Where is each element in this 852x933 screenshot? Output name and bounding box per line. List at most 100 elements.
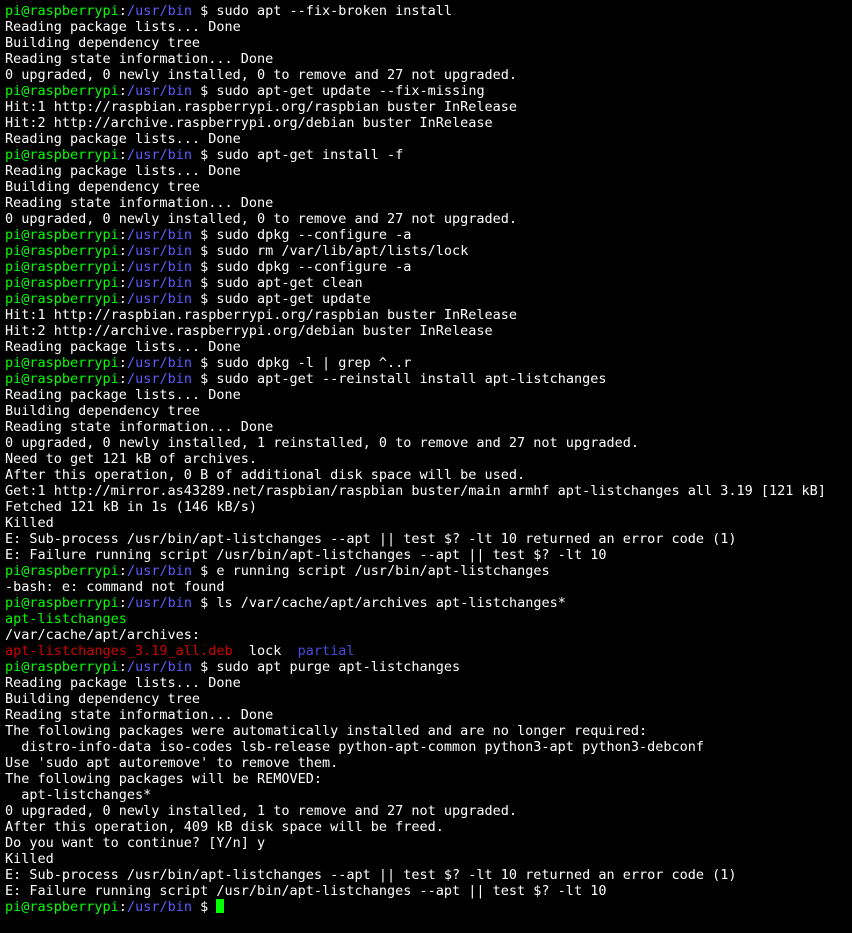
command-text: sudo apt --fix-broken install [216, 3, 452, 19]
terminal-line: Killed [5, 851, 847, 867]
output-text: Reading package lists... Done [5, 163, 241, 179]
prompt: pi@raspberrypi:/usr/bin $ [5, 899, 216, 915]
command-text: sudo apt-get update [216, 291, 370, 307]
terminal-line: pi@raspberrypi:/usr/bin $ sudo apt-get -… [5, 371, 847, 387]
terminal-line: Reading package lists... Done [5, 339, 847, 355]
output-text: After this operation, 0 B of additional … [5, 467, 525, 483]
terminal-line: 0 upgraded, 0 newly installed, 1 reinsta… [5, 435, 847, 451]
output-text: Hit:2 http://archive.raspberrypi.org/deb… [5, 115, 493, 131]
terminal-line: Reading package lists... Done [5, 163, 847, 179]
prompt: pi@raspberrypi:/usr/bin $ [5, 147, 216, 163]
terminal-line: 0 upgraded, 0 newly installed, 0 to remo… [5, 67, 847, 83]
prompt: pi@raspberrypi:/usr/bin $ [5, 259, 216, 275]
terminal-line: pi@raspberrypi:/usr/bin $ sudo apt-get i… [5, 147, 847, 163]
terminal-line: 0 upgraded, 0 newly installed, 0 to remo… [5, 211, 847, 227]
output-text: Hit:1 http://raspbian.raspberrypi.org/ra… [5, 307, 517, 323]
output-text: apt-listchanges [5, 611, 127, 627]
prompt: pi@raspberrypi:/usr/bin $ [5, 227, 216, 243]
ls-dir-partial: partial [298, 643, 355, 659]
prompt: pi@raspberrypi:/usr/bin $ [5, 355, 216, 371]
output-text: E: Failure running script /usr/bin/apt-l… [5, 883, 606, 899]
terminal-line: Reading package lists... Done [5, 131, 847, 147]
output-text: Reading state information... Done [5, 51, 273, 67]
command-text: sudo apt-get install -f [216, 147, 403, 163]
output-text: Get:1 http://mirror.as43289.net/raspbian… [5, 483, 826, 499]
terminal-line: Hit:1 http://raspbian.raspberrypi.org/ra… [5, 307, 847, 323]
output-text: Need to get 121 kB of archives. [5, 451, 257, 467]
output-text: Reading package lists... Done [5, 339, 241, 355]
terminal-line: Fetched 121 kB in 1s (146 kB/s) [5, 499, 847, 515]
output-text: Reading state information... Done [5, 707, 273, 723]
command-text: sudo apt-get --reinstall install apt-lis… [216, 371, 606, 387]
terminal-line: pi@raspberrypi:/usr/bin $ sudo apt-get u… [5, 83, 847, 99]
prompt: pi@raspberrypi:/usr/bin $ [5, 371, 216, 387]
command-text: sudo apt-get clean [216, 275, 362, 291]
output-text: 0 upgraded, 0 newly installed, 1 to remo… [5, 803, 517, 819]
terminal-line: pi@raspberrypi:/usr/bin $ sudo apt --fix… [5, 3, 847, 19]
output-text: Reading package lists... Done [5, 131, 241, 147]
output-text: The following packages will be REMOVED: [5, 771, 322, 787]
terminal-line: pi@raspberrypi:/usr/bin $ sudo rm /var/l… [5, 243, 847, 259]
terminal-line: pi@raspberrypi:/usr/bin $ sudo dpkg --co… [5, 227, 847, 243]
terminal-line: After this operation, 0 B of additional … [5, 467, 847, 483]
terminal-line: distro-info-data iso-codes lsb-release p… [5, 739, 847, 755]
output-text: Building dependency tree [5, 403, 200, 419]
output-text: Building dependency tree [5, 691, 200, 707]
command-text: ls /var/cache/apt/archives apt-listchang… [216, 595, 566, 611]
output-text: distro-info-data iso-codes lsb-release p… [5, 739, 704, 755]
output-text: Hit:1 http://raspbian.raspberrypi.org/ra… [5, 99, 517, 115]
terminal-line: Building dependency tree [5, 35, 847, 51]
terminal-line: -bash: e: command not found [5, 579, 847, 595]
terminal-line: pi@raspberrypi:/usr/bin $ sudo dpkg --co… [5, 259, 847, 275]
terminal-line: pi@raspberrypi:/usr/bin $ ls /var/cache/… [5, 595, 847, 611]
terminal-line: Reading state information... Done [5, 419, 847, 435]
terminal-line: Need to get 121 kB of archives. [5, 451, 847, 467]
terminal-line: E: Failure running script /usr/bin/apt-l… [5, 547, 847, 563]
terminal-line: E: Failure running script /usr/bin/apt-l… [5, 883, 847, 899]
output-text: Killed [5, 515, 54, 531]
terminal-line: pi@raspberrypi:/usr/bin $ sudo dpkg -l |… [5, 355, 847, 371]
command-text: e running script /usr/bin/apt-listchange… [216, 563, 549, 579]
terminal-line: Get:1 http://mirror.as43289.net/raspbian… [5, 483, 847, 499]
terminal-line: Reading package lists... Done [5, 675, 847, 691]
prompt: pi@raspberrypi:/usr/bin $ [5, 275, 216, 291]
terminal-line: Reading state information... Done [5, 707, 847, 723]
terminal-line: Reading state information... Done [5, 51, 847, 67]
output-text: Reading package lists... Done [5, 387, 241, 403]
output-text: apt-listchanges* [5, 787, 151, 803]
terminal-line: /var/cache/apt/archives: [5, 627, 847, 643]
terminal-line: apt-listchanges_3.19_all.deb lock partia… [5, 643, 847, 659]
output-text: Reading state information... Done [5, 195, 273, 211]
output-text: Reading package lists... Done [5, 675, 241, 691]
terminal-line: pi@raspberrypi:/usr/bin $ sudo apt purge… [5, 659, 847, 675]
terminal-line: Reading package lists... Done [5, 19, 847, 35]
output-text: Building dependency tree [5, 35, 200, 51]
output-text: The following packages were automaticall… [5, 723, 647, 739]
terminal-line: pi@raspberrypi:/usr/bin $ sudo apt-get c… [5, 275, 847, 291]
output-text: Use 'sudo apt autoremove' to remove them… [5, 755, 338, 771]
output-text: After this operation, 409 kB disk space … [5, 819, 444, 835]
terminal-line: 0 upgraded, 0 newly installed, 1 to remo… [5, 803, 847, 819]
output-text: E: Sub-process /usr/bin/apt-listchanges … [5, 867, 737, 883]
terminal-line: Hit:2 http://archive.raspberrypi.org/deb… [5, 115, 847, 131]
command-text: sudo dpkg --configure -a [216, 259, 411, 275]
prompt: pi@raspberrypi:/usr/bin $ [5, 563, 216, 579]
terminal-line: E: Sub-process /usr/bin/apt-listchanges … [5, 531, 847, 547]
output-text: Hit:2 http://archive.raspberrypi.org/deb… [5, 323, 493, 339]
output-text: Reading package lists... Done [5, 19, 241, 35]
terminal-line: Reading package lists... Done [5, 387, 847, 403]
output-text: /var/cache/apt/archives: [5, 627, 200, 643]
terminal-line: Hit:2 http://archive.raspberrypi.org/deb… [5, 323, 847, 339]
terminal-line: The following packages were automaticall… [5, 723, 847, 739]
terminal[interactable]: pi@raspberrypi:/usr/bin $ sudo apt --fix… [0, 0, 852, 933]
cursor [216, 899, 224, 913]
output-text: Fetched 121 kB in 1s (146 kB/s) [5, 499, 257, 515]
output-text: Do you want to continue? [Y/n] y [5, 835, 265, 851]
terminal-line: After this operation, 409 kB disk space … [5, 819, 847, 835]
prompt: pi@raspberrypi:/usr/bin $ [5, 83, 216, 99]
terminal-line: Killed [5, 515, 847, 531]
terminal-line: pi@raspberrypi:/usr/bin $ sudo apt-get u… [5, 291, 847, 307]
output-text: E: Failure running script /usr/bin/apt-l… [5, 547, 606, 563]
output-text: Killed [5, 851, 54, 867]
output-text: E: Sub-process /usr/bin/apt-listchanges … [5, 531, 737, 547]
